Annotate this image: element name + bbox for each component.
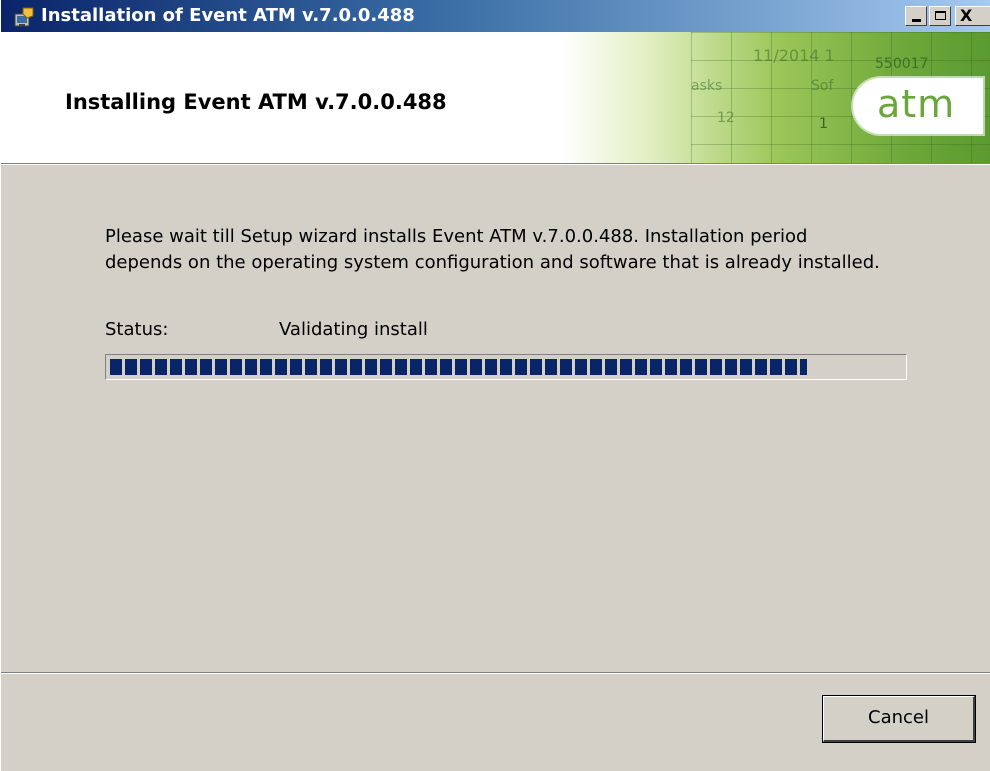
header-divider: [1, 163, 990, 165]
status-label: Status:: [105, 319, 169, 340]
maximize-button[interactable]: [929, 6, 951, 26]
atm-logo-text: atm: [877, 82, 956, 126]
close-button[interactable]: X: [955, 6, 990, 26]
close-icon: X: [960, 6, 973, 25]
atm-logo: atm: [853, 78, 983, 134]
install-description: Please wait till Setup wizard installs E…: [105, 226, 880, 273]
footer-divider: [1, 672, 990, 674]
status-value: Validating install: [279, 319, 428, 340]
window-title: Installation of Event ATM v.7.0.0.488: [41, 5, 415, 26]
decorative-number: 550017: [875, 56, 929, 72]
decorative-soft: Sof: [811, 78, 834, 94]
minimize-icon: [911, 19, 921, 22]
install-progress-bar: [105, 354, 907, 380]
progress-fill: [110, 359, 807, 375]
header-banner: 11/2014 1 550017 asks Sof 12 1 Installin…: [1, 32, 990, 163]
minimize-button[interactable]: [905, 6, 927, 26]
decorative-date: 11/2014 1: [753, 46, 835, 65]
cancel-button[interactable]: Cancel: [822, 695, 976, 743]
decorative-row: 12: [717, 110, 735, 126]
installer-icon: [14, 7, 34, 27]
title-bar[interactable]: Installation of Event ATM v.7.0.0.488 X: [1, 0, 990, 32]
installer-window: Installation of Event ATM v.7.0.0.488 X …: [0, 0, 990, 771]
decorative-value: 1: [819, 116, 828, 132]
page-title: Installing Event ATM v.7.0.0.488: [65, 90, 447, 114]
decorative-tasks: asks: [691, 78, 723, 94]
maximize-icon: [934, 11, 946, 20]
